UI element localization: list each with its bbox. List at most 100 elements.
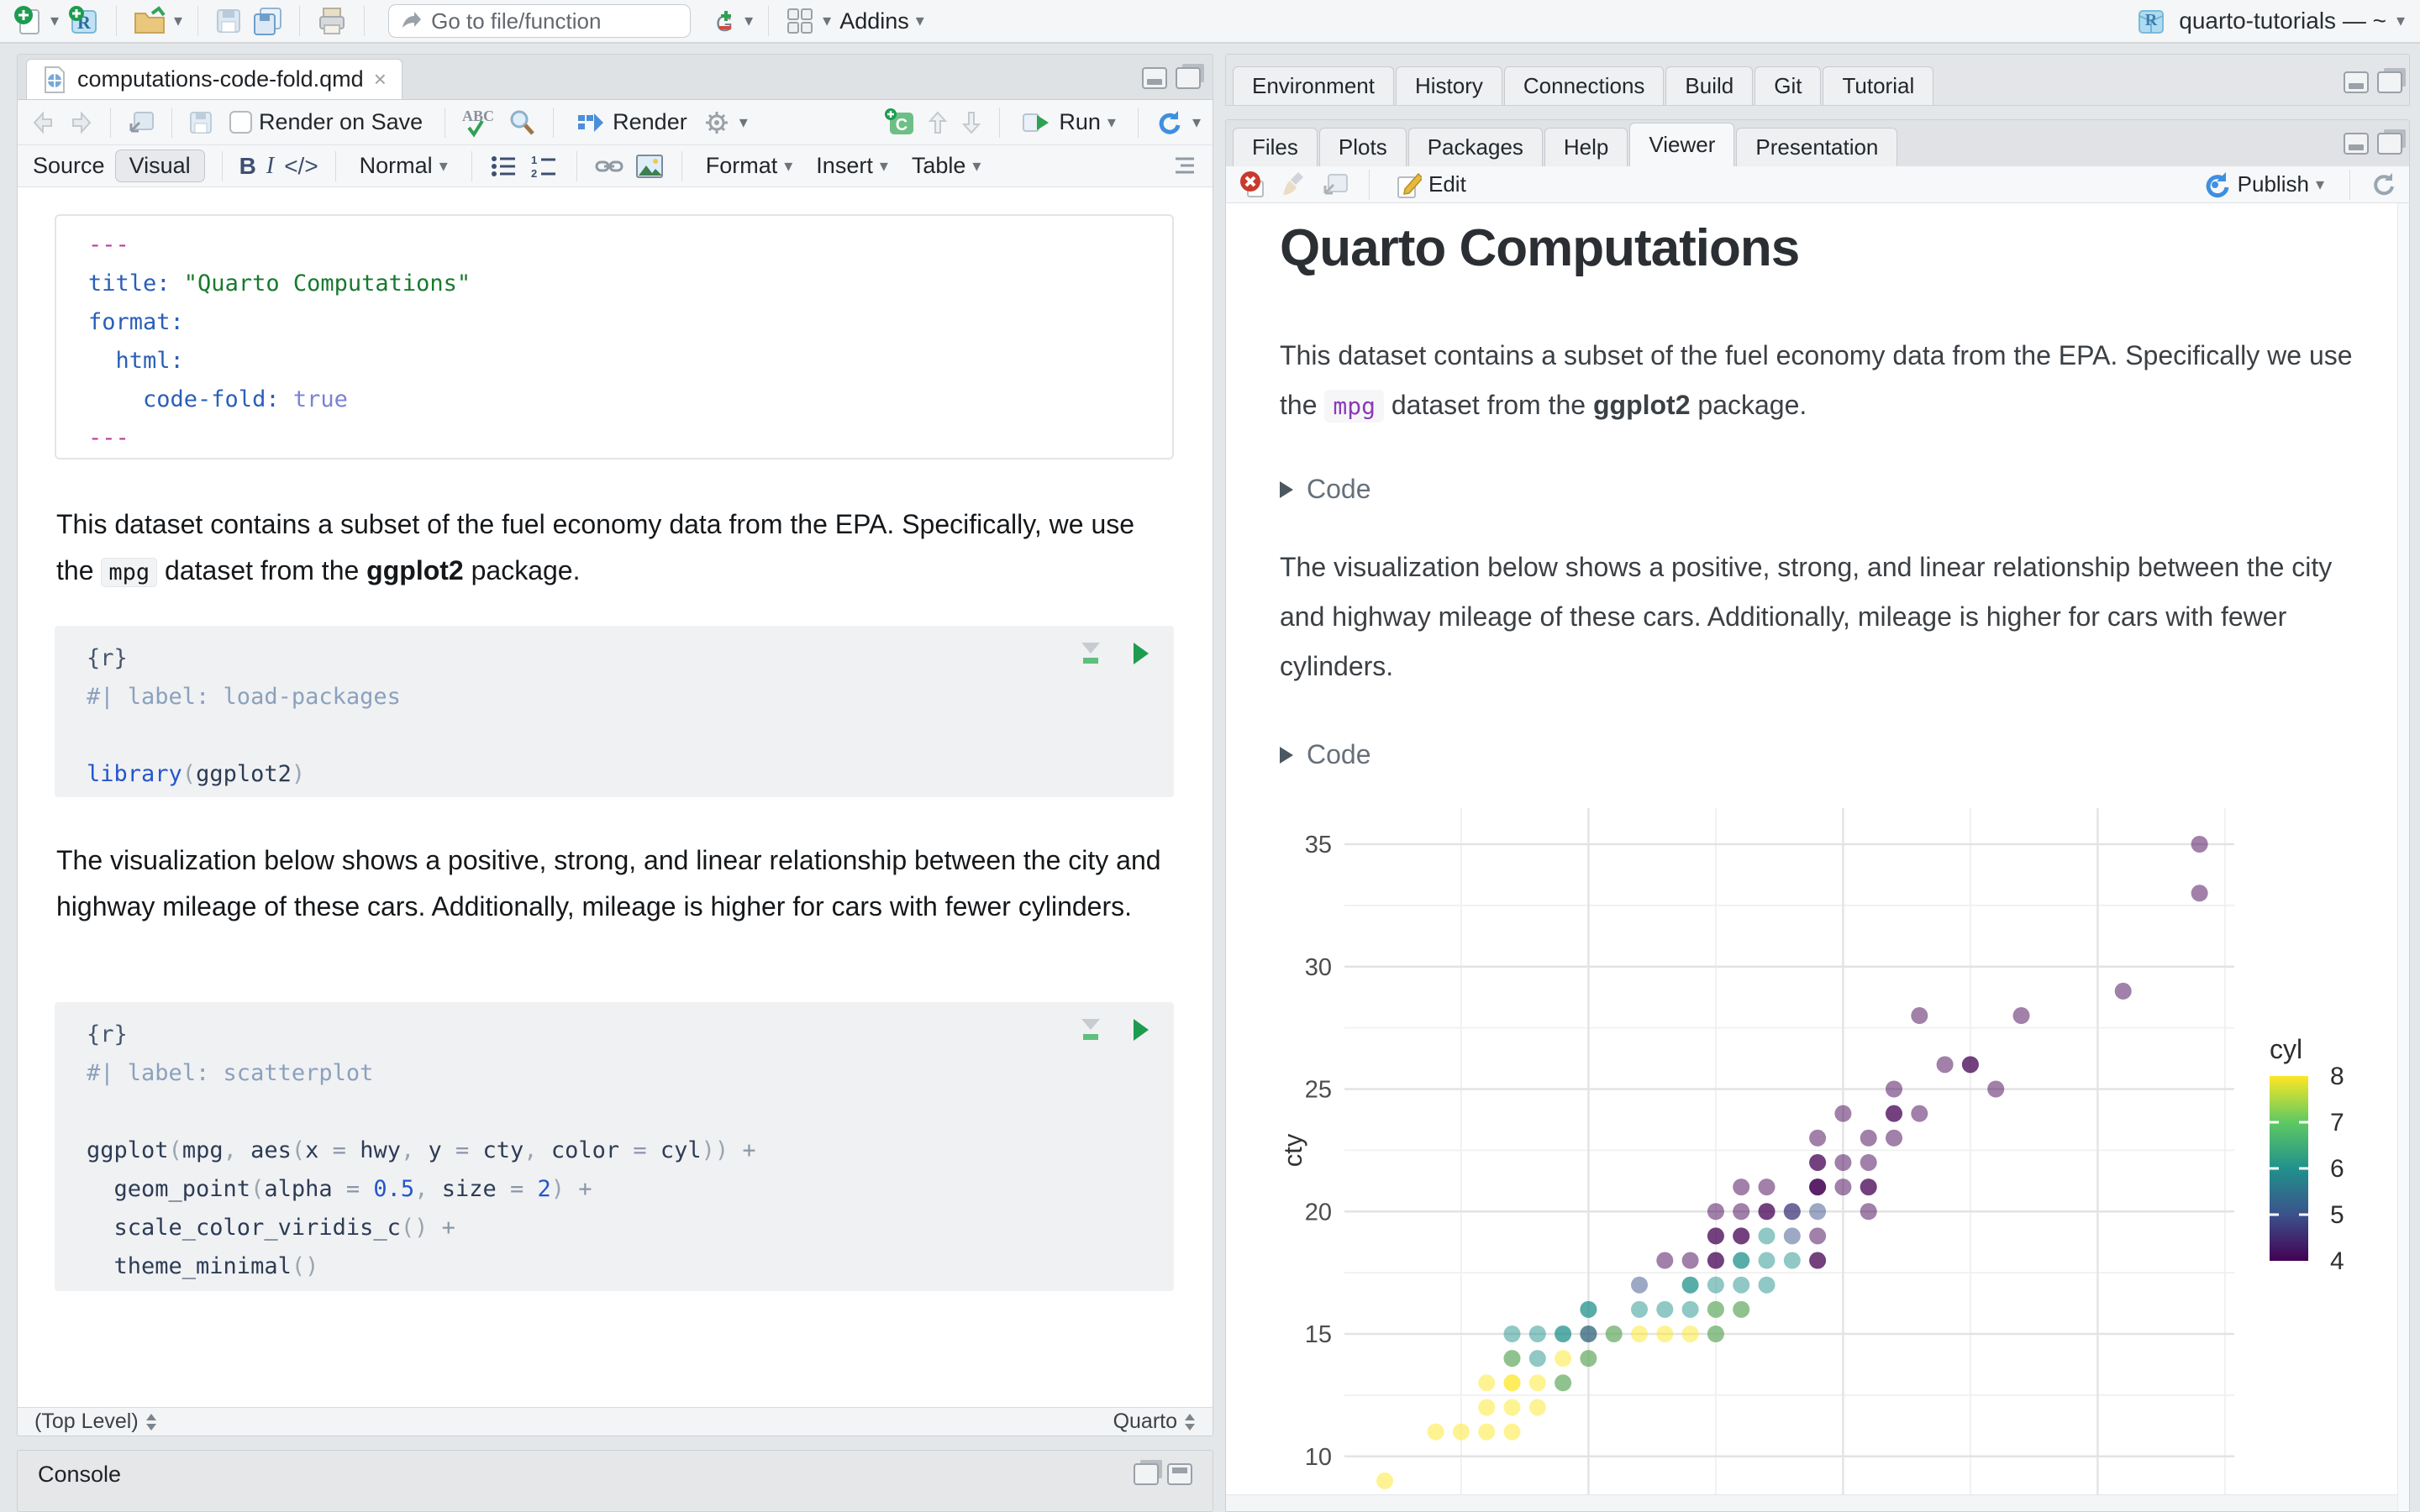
code-chunk-scatterplot[interactable]: {r} #| label: scatterplot ggplot(mpg, aes… (55, 1002, 1174, 1291)
forward-icon[interactable] (66, 110, 95, 135)
source-refresh-icon[interactable] (1154, 108, 1184, 138)
pane-tab-environment[interactable]: Environment (1233, 66, 1394, 105)
popout-window-icon[interactable] (126, 109, 156, 136)
maximize-pane-icon[interactable] (2377, 133, 2402, 155)
run-chunk-icon[interactable] (1130, 1017, 1152, 1042)
panes-layout-caret[interactable]: ▾ (823, 13, 831, 29)
visual-mode-button[interactable]: Visual (114, 150, 205, 182)
open-file-icon[interactable] (132, 5, 167, 37)
minimize-pane-icon[interactable] (1142, 67, 1167, 89)
pane-tab-files[interactable]: Files (1233, 128, 1318, 166)
goto-input[interactable] (431, 8, 667, 34)
source-refresh-caret[interactable]: ▾ (1192, 114, 1201, 131)
legend-label: 4 (2330, 1247, 2344, 1275)
outline-scope-selector[interactable]: (Top Level) (34, 1410, 157, 1434)
paragraph-style-select[interactable]: Normal ▾ (353, 150, 455, 182)
code-fold-2[interactable]: Code (1280, 739, 1371, 770)
table-menu[interactable]: Table ▾ (905, 150, 988, 182)
addins-menu[interactable]: Addins ▾ (839, 8, 924, 34)
version-control-caret[interactable]: ▾ (744, 13, 753, 29)
viewer-content[interactable]: Quarto Computations This dataset contain… (1225, 203, 2410, 1512)
code-chunk-load-packages[interactable]: {r} #| label: load-packages library(ggplo… (55, 626, 1174, 797)
bullet-list-icon[interactable] (489, 154, 519, 179)
panes-layout-icon[interactable] (784, 5, 816, 37)
new-project-icon[interactable]: R (67, 4, 101, 38)
edit-button[interactable]: Edit (1388, 167, 1473, 202)
pane-tab-plots[interactable]: Plots (1318, 128, 1407, 166)
restore-pane-icon[interactable] (1134, 1463, 1159, 1485)
clear-viewer-broom-icon[interactable] (1280, 170, 1308, 200)
link-icon[interactable] (594, 153, 624, 180)
bold-button[interactable]: B (239, 153, 256, 180)
render-on-save-checkbox[interactable] (229, 111, 252, 134)
editor-content[interactable]: --- title: "Quarto Computations" format: h… (18, 187, 1213, 1407)
maximize-pane-icon[interactable] (1176, 67, 1201, 89)
pane-tab-history[interactable]: History (1395, 66, 1502, 105)
go-next-section-icon[interactable] (959, 109, 984, 136)
editor-paragraph-2[interactable]: The visualization below shows a positive… (56, 837, 1179, 930)
print-icon[interactable] (315, 5, 349, 37)
pane-tab-tutorial[interactable]: Tutorial (1823, 66, 1934, 105)
render-settings-gear-icon[interactable] (702, 108, 731, 137)
data-point (1707, 1252, 1724, 1269)
stop-icon[interactable] (1238, 170, 1268, 200)
data-point (1911, 1007, 1928, 1025)
new-file-icon[interactable] (13, 5, 44, 37)
popout-viewer-icon[interactable] (1320, 171, 1350, 198)
pane-tab-connections[interactable]: Connections (1503, 66, 1665, 105)
italic-button[interactable]: I (266, 153, 274, 180)
data-point (1656, 1252, 1674, 1269)
maximize-pane-icon[interactable] (1167, 1463, 1192, 1485)
version-control-icon[interactable]: G (708, 4, 738, 38)
format-menu[interactable]: Format ▾ (699, 150, 800, 182)
file-type-selector[interactable]: Quarto (1113, 1410, 1196, 1434)
numbered-list-icon[interactable]: 12 (529, 154, 560, 179)
find-replace-icon[interactable] (506, 107, 538, 139)
refresh-viewer-icon[interactable] (2369, 171, 2397, 199)
pane-tab-packages[interactable]: Packages (1407, 128, 1543, 166)
render-button[interactable]: Render (569, 106, 694, 139)
editor-paragraph-1[interactable]: This dataset contains a subset of the fu… (56, 501, 1179, 596)
insert-menu[interactable]: Insert ▾ (809, 150, 895, 182)
code-line: {r} (87, 645, 128, 671)
yaml-metadata-block[interactable]: --- title: "Quarto Computations" format: h… (55, 214, 1174, 459)
maximize-pane-icon[interactable] (2377, 71, 2402, 93)
save-doc-icon[interactable] (187, 109, 214, 136)
render-on-save-toggle[interactable]: Render on Save (223, 106, 429, 139)
minimize-pane-icon[interactable] (2344, 71, 2369, 93)
viewer-scrollbar[interactable] (2397, 203, 2409, 1511)
run-chunks-above-icon[interactable] (1076, 1016, 1105, 1044)
run-button[interactable]: Run ▾ (1015, 106, 1123, 139)
image-icon[interactable] (634, 153, 665, 180)
code-fold-1[interactable]: Code (1280, 474, 1371, 505)
run-chunks-above-icon[interactable] (1076, 639, 1105, 668)
save-all-icon[interactable] (250, 5, 284, 37)
minimize-pane-icon[interactable] (2344, 133, 2369, 155)
spellcheck-icon[interactable]: ABC (460, 106, 497, 139)
pane-tab-presentation[interactable]: Presentation (1736, 128, 1898, 166)
source-mode-button[interactable]: Source (33, 153, 105, 179)
publish-button[interactable]: Publish ▾ (2194, 166, 2331, 203)
new-file-caret[interactable]: ▾ (50, 13, 59, 29)
open-recent-caret[interactable]: ▾ (174, 13, 182, 29)
save-icon[interactable] (213, 6, 244, 36)
data-point (1809, 1203, 1827, 1221)
outline-toggle-icon[interactable] (1169, 155, 1197, 178)
data-point (1707, 1227, 1724, 1245)
editor-tab[interactable]: computations-code-fold.qmd × (26, 59, 402, 99)
render-settings-caret[interactable]: ▾ (739, 114, 748, 131)
project-menu[interactable]: R quarto-tutorials — ~ ▾ (2133, 0, 2405, 42)
console-tab[interactable]: Console (38, 1462, 121, 1488)
back-icon[interactable] (29, 110, 58, 135)
pane-tab-viewer[interactable]: Viewer (1629, 123, 1735, 166)
pane-tab-help[interactable]: Help (1544, 128, 1628, 166)
go-prev-section-icon[interactable] (925, 109, 950, 136)
tab-close-icon[interactable]: × (374, 66, 387, 92)
edit-label: Edit (1428, 171, 1466, 197)
code-format-button[interactable]: </> (284, 153, 318, 180)
data-point (1733, 1227, 1750, 1245)
pane-tab-git[interactable]: Git (1754, 66, 1822, 105)
pane-tab-build[interactable]: Build (1665, 66, 1754, 105)
run-chunk-icon[interactable] (1130, 641, 1152, 666)
insert-chunk-icon[interactable]: C (883, 108, 917, 138)
